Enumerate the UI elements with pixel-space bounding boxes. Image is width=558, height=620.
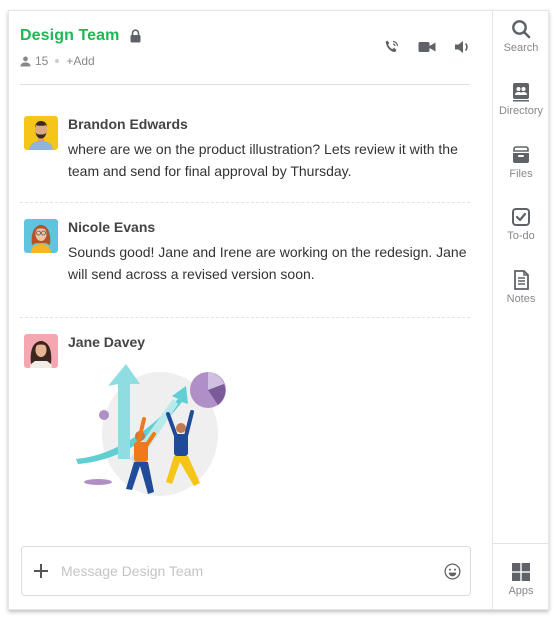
phone-icon[interactable] — [384, 39, 400, 55]
message-item: Nicole Evans Sounds good! Jane and Irene… — [24, 219, 469, 289]
chat-main: Design Team 15 +Add Brandon Edwards wher… — [9, 11, 492, 609]
avatar[interactable] — [24, 116, 58, 150]
notes-icon — [514, 270, 529, 290]
illus-floor-pie — [84, 479, 112, 485]
message-author[interactable]: Nicole Evans — [68, 219, 155, 235]
avatar-nicole-evans — [24, 219, 58, 253]
todo-icon — [512, 208, 530, 226]
channel-header: Design Team 15 +Add — [20, 11, 470, 85]
rail-label: To-do — [507, 230, 535, 242]
avatar-jane-davey — [24, 334, 58, 368]
separator-dot — [55, 59, 60, 63]
message-text: where are we on the product illustration… — [68, 141, 458, 179]
message-divider — [20, 202, 470, 203]
rail-label: Search — [503, 42, 539, 54]
emoji-icon[interactable] — [444, 562, 461, 580]
apps-icon — [512, 563, 530, 581]
message-input[interactable] — [61, 563, 444, 579]
chat-window: Design Team 15 +Add Brandon Edwards wher… — [8, 10, 549, 610]
plus-icon[interactable] — [33, 563, 49, 579]
lock-icon — [130, 29, 140, 43]
video-icon[interactable] — [418, 39, 436, 55]
message-text: Sounds good! Jane and Irene are working … — [68, 244, 467, 282]
avatar[interactable] — [24, 219, 58, 253]
growth-illustration[interactable] — [68, 364, 228, 514]
channel-title[interactable]: Design Team — [20, 27, 120, 45]
rail-item-apps[interactable]: Apps — [493, 562, 549, 597]
rail-label: Notes — [506, 293, 536, 305]
rail-item-files[interactable]: Files — [493, 145, 549, 180]
rail-label: Directory — [498, 105, 543, 117]
add-member-link[interactable]: +Add — [66, 54, 94, 68]
rail-item-todo[interactable]: To-do — [493, 207, 549, 242]
message-item: Jane Davey — [24, 334, 469, 524]
message-divider — [20, 317, 470, 318]
directory-icon — [513, 83, 529, 102]
message-author[interactable]: Brandon Edwards — [68, 116, 188, 132]
illus-head — [176, 423, 186, 433]
rail-label: Apps — [508, 585, 534, 597]
rail-bottom: Apps — [493, 543, 549, 611]
rail-item-search[interactable]: Search — [493, 19, 549, 54]
message-author[interactable]: Jane Davey — [68, 334, 145, 350]
speaker-icon[interactable] — [454, 39, 470, 55]
message-composer — [21, 546, 471, 596]
rail-item-directory[interactable]: Directory — [493, 82, 549, 117]
members-icon — [20, 56, 31, 67]
rail-item-notes[interactable]: Notes — [493, 270, 549, 305]
rail-label: Files — [509, 168, 533, 180]
illus-small-pie — [99, 410, 109, 420]
message-item: Brandon Edwards where are we on the prod… — [24, 116, 469, 186]
member-count[interactable]: 15 — [35, 54, 48, 68]
search-icon — [512, 20, 531, 39]
avatar[interactable] — [24, 334, 58, 368]
right-rail: Search Directory Files To-do Notes Apps — [492, 11, 549, 609]
avatar-brandon-edwards — [24, 116, 58, 150]
files-icon — [513, 146, 529, 163]
